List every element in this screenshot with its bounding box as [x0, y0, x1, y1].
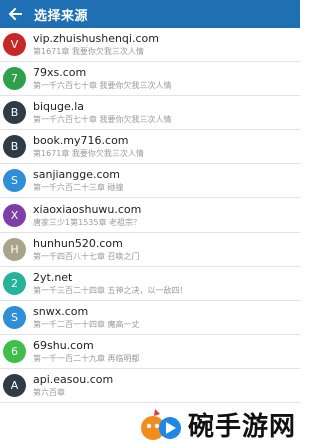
source-texts: biquge.la 第一千六百七十章 我要你欠我三次人情 [33, 100, 172, 125]
back-button[interactable] [0, 0, 30, 28]
source-avatar: S [3, 305, 26, 329]
source-item[interactable]: 7 79xs.com 第一千六百七十章 我要你欠我三次人情 [0, 62, 300, 97]
source-name: 79xs.com [33, 66, 87, 80]
back-arrow-icon [8, 7, 22, 21]
source-texts: xiaoxiaoshuwu.com 唐家三少1第1535章 老祖宗？ [33, 203, 141, 228]
source-texts: book.my716.com 第1671章 我要你欠我三次人情 [33, 134, 144, 159]
source-name: biquge.la [33, 100, 85, 114]
watermark-text: 碗手游网 [187, 412, 296, 442]
source-name: vip.zhuishushenqi.com [33, 32, 159, 46]
source-item[interactable]: Bbiquge.la 第一千六百七十章 我要你欠我三次人情 [0, 96, 300, 131]
source-avatar: V [3, 33, 26, 57]
source-item[interactable]: Vvip.zhuishushenqi.com 第1671章 我要你欠我三次人情 [0, 28, 300, 63]
source-name: sanjiangge.com [33, 168, 120, 182]
source-texts: 69shu.com 第一千一百二十九章 再临明都 [33, 339, 140, 364]
source-name: hunhun520.com [33, 236, 123, 250]
latest-chapter: 第1671章 我要你欠我三次人情 [33, 47, 144, 57]
latest-chapter: 第一千四百八十七章 召唤之门 [33, 251, 140, 261]
latest-chapter: 第一千三百二十四章 五神之决，以一敌四！ [33, 285, 188, 295]
latest-chapter: 唐家三少1第1535章 老祖宗？ [33, 217, 141, 227]
source-texts: vip.zhuishushenqi.com 第1671章 我要你欠我三次人情 [33, 32, 159, 57]
source-name: 69shu.com [33, 338, 94, 352]
source-item[interactable]: Xxiaoxiaoshuwu.com 唐家三少1第1535章 老祖宗？ [0, 198, 300, 233]
latest-chapter: 第一千一百二十九章 再临明都 [33, 353, 140, 363]
source-avatar: B [3, 135, 26, 159]
latest-chapter: 第六百章 [33, 387, 65, 397]
source-item[interactable]: Aapi.easou.com 第六百章 [0, 369, 300, 404]
watermark: 碗手游网 [139, 406, 296, 443]
app-bar: 选择来源 [0, 0, 300, 28]
source-name: xiaoxiaoshuwu.com [33, 202, 142, 216]
latest-chapter: 第一千二百一十四章 魔高一丈 [33, 319, 140, 329]
source-avatar: H [3, 237, 26, 261]
watermark-logo-icon [140, 408, 181, 440]
source-name: api.easou.com [33, 372, 114, 386]
latest-chapter: 第一千六百七十章 我要你欠我三次人情 [33, 81, 172, 91]
source-avatar: 7 [3, 67, 26, 91]
source-avatar: B [3, 101, 26, 125]
source-item[interactable]: 2 2yt.net 第一千三百二十四章 五神之决，以一敌四！ [0, 267, 300, 301]
source-item[interactable]: Ssnwx.com 第一千二百一十四章 魔高一丈 [0, 301, 300, 335]
source-name: book.my716.com [33, 134, 129, 148]
latest-chapter: 第一千六百二十三章 碰撞 [33, 183, 124, 193]
latest-chapter: 第1671章 我要你欠我三次人情 [33, 149, 144, 159]
source-item[interactable]: Bbook.my716.com 第1671章 我要你欠我三次人情 [0, 130, 300, 165]
source-item[interactable]: Hhunhun520.com 第一千四百八十七章 召唤之门 [0, 233, 300, 267]
source-texts: snwx.com 第一千二百一十四章 魔高一丈 [33, 305, 140, 330]
source-texts: 2yt.net 第一千三百二十四章 五神之决，以一敌四！ [33, 271, 188, 296]
source-texts: hunhun520.com 第一千四百八十七章 召唤之门 [33, 237, 140, 262]
source-name: snwx.com [33, 304, 89, 318]
source-item[interactable]: 6 69shu.com 第一千一百二十九章 再临明都 [0, 335, 300, 369]
source-texts: sanjiangge.com 第一千六百二十三章 碰撞 [33, 168, 124, 193]
latest-chapter: 第一千六百七十章 我要你欠我三次人情 [33, 115, 172, 125]
source-avatar: X [3, 203, 26, 227]
source-name: 2yt.net [33, 270, 73, 284]
source-texts: 79xs.com 第一千六百七十章 我要你欠我三次人情 [33, 66, 172, 91]
source-list: Vvip.zhuishushenqi.com 第1671章 我要你欠我三次人情 7 7… [0, 28, 300, 445]
source-texts: api.easou.com 第六百章 [33, 373, 113, 398]
source-avatar: A [3, 373, 26, 397]
source-avatar: 6 [3, 339, 26, 363]
source-avatar: 2 [3, 271, 26, 295]
page-title: 选择来源 [34, 8, 89, 24]
source-item[interactable]: Ssanjiangge.com 第一千六百二十三章 碰撞 [0, 164, 300, 199]
source-avatar: S [3, 169, 26, 193]
